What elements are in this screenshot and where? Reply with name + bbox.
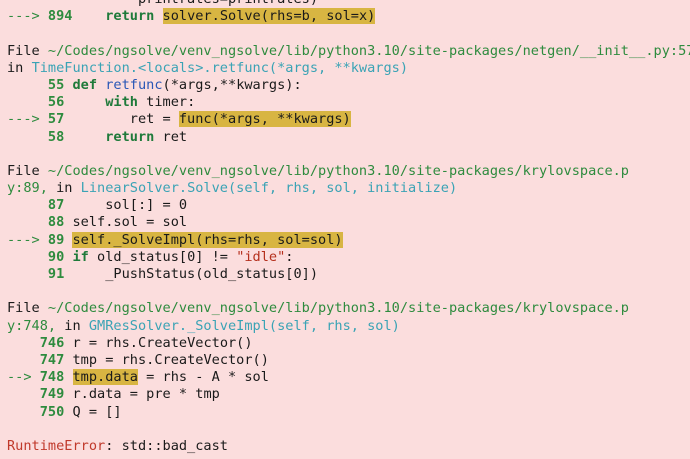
line-number: 746 [39, 334, 65, 351]
line-number: 89 [47, 231, 65, 248]
code-line-57: ---> 57 ret = func(*args, **kwargs) [7, 111, 690, 128]
line-number: 748 [39, 369, 65, 386]
code-line-56: 56 with timer: [7, 94, 690, 111]
code-line-87: 87 sol[:] = 0 [7, 197, 690, 214]
frame-context-line: y:748, in GMResSolver._SolveImpl(self, r… [7, 318, 690, 335]
code-line-55: 55 def retfunc(*args,**kwargs): [7, 77, 690, 94]
current-line-arrow: ---> [7, 231, 48, 248]
highlighted-expression: tmp.data [72, 369, 138, 386]
code-line-91: 91 _PushStatus(old_status[0]) [7, 266, 690, 283]
frame-context: TimeFunction.<locals>.retfunc(*args, **k… [31, 59, 409, 76]
code-text: timer: [137, 94, 196, 111]
code-text: tmp = rhs.CreateVector() [72, 351, 269, 368]
file-path-link-continued[interactable]: y:748, [7, 318, 56, 334]
file-path-link[interactable]: ~/Codes/ngsolve/venv_ngsolve/lib/python3… [48, 163, 629, 179]
code-line-747: 747 tmp = rhs.CreateVector() [7, 352, 690, 369]
truncated-code-line: printrates=printrates) [7, 0, 690, 8]
code-line-746: 746 r = rhs.CreateVector() [7, 335, 690, 352]
code-text: self.sol = sol [72, 214, 188, 231]
keyword: if [72, 248, 89, 265]
current-line-arrow: --> [7, 369, 40, 386]
file-path-link[interactable]: ~/Codes/ngsolve/venv_ngsolve/lib/python3… [48, 43, 690, 59]
line-number: 56 [47, 94, 65, 111]
current-line-arrow: ---> [7, 8, 48, 25]
code-text: ret = [64, 111, 179, 128]
file-label: File [7, 42, 48, 59]
error-type: RuntimeError [7, 437, 106, 454]
line-number: 749 [39, 386, 65, 403]
line-number: 894 [47, 8, 73, 25]
code-text: : [285, 248, 294, 265]
line-number: 91 [47, 266, 65, 282]
line-number: 87 [47, 197, 65, 214]
code-line-750: 750 Q = [] [7, 404, 690, 421]
code-line-58: 58 return ret [7, 129, 690, 146]
in-label: in [7, 59, 32, 76]
code-text: (*args,**kwargs): [162, 76, 302, 93]
keyword: with [105, 94, 138, 111]
file-path-link[interactable]: ~/Codes/ngsolve/venv_ngsolve/lib/python3… [48, 300, 629, 316]
code-text: Q = [] [72, 403, 122, 420]
frame-context: GMResSolver._SolveImpl(self, rhs, sol) [88, 317, 400, 334]
code-text: ret [154, 128, 188, 145]
line-number: 88 [47, 214, 65, 231]
code-text: = rhs - A * sol [137, 369, 269, 386]
keyword: return [105, 128, 155, 145]
file-label: File [7, 300, 48, 317]
frame-file-line: File ~/Codes/ngsolve/venv_ngsolve/lib/py… [7, 163, 690, 180]
keyword: def [72, 76, 98, 93]
highlighted-call: self._SolveImpl(rhs=rhs, sol=sol) [72, 231, 343, 248]
traceback-frame-gmres: File ~/Codes/ngsolve/venv_ngsolve/lib/py… [7, 300, 690, 420]
line-number: 58 [47, 128, 65, 145]
code-text: r.data = pre * tmp [72, 386, 220, 403]
function-name: retfunc [105, 76, 163, 93]
error-line: RuntimeError: std::bad_cast [7, 438, 690, 455]
frame-file-line: File ~/Codes/ngsolve/venv_ngsolve/lib/py… [7, 300, 690, 317]
traceback-output: printrates=printrates) ---> 894 return s… [0, 0, 690, 455]
code-line-88: 88 self.sol = sol [7, 214, 690, 231]
code-line-894: ---> 894 return solver.Solve(rhs=b, sol=… [7, 8, 690, 25]
string-literal: "idle" [236, 248, 286, 265]
line-number: 57 [47, 111, 65, 128]
frame-context-line: y:89, in LinearSolver.Solve(self, rhs, s… [7, 180, 690, 197]
line-number: 55 [47, 76, 65, 93]
error-message: : std::bad_cast [105, 437, 228, 454]
line-number: 90 [47, 248, 65, 265]
code-line-89: ---> 89 self._SolveImpl(rhs=rhs, sol=sol… [7, 231, 690, 249]
keyword: return [105, 8, 155, 25]
traceback-frame-linearsolver: File ~/Codes/ngsolve/venv_ngsolve/lib/py… [7, 163, 690, 283]
code-line-748: --> 748 tmp.data = rhs - A * sol [7, 369, 690, 386]
code-text: sol[:] = 0 [64, 197, 188, 214]
file-label: File [7, 162, 48, 179]
line-number: 750 [39, 403, 65, 420]
code-text: r = rhs.CreateVector() [72, 334, 253, 351]
frame-file-line: File ~/Codes/ngsolve/venv_ngsolve/lib/py… [7, 43, 690, 60]
current-line-arrow: ---> [7, 111, 48, 128]
highlighted-call: solver.Solve(rhs=b, sol=x) [162, 8, 376, 25]
in-label: in [56, 317, 89, 334]
highlighted-call: func(*args, **kwargs) [178, 111, 351, 128]
frame-context-line: in TimeFunction.<locals>.retfunc(*args, … [7, 60, 690, 77]
code-line-749: 749 r.data = pre * tmp [7, 386, 690, 403]
in-label: in [47, 180, 81, 197]
line-number: 747 [39, 351, 65, 368]
code-text: old_status[0] != [88, 248, 237, 265]
code-line-90: 90 if old_status[0] != "idle": [7, 249, 690, 266]
code-text: _PushStatus(old_status[0]) [64, 266, 319, 282]
traceback-frame-netgen: File ~/Codes/ngsolve/venv_ngsolve/lib/py… [7, 43, 690, 146]
file-path-link-continued[interactable]: y:89, [7, 180, 48, 196]
frame-context: LinearSolver.Solve(self, rhs, sol, initi… [80, 180, 458, 197]
